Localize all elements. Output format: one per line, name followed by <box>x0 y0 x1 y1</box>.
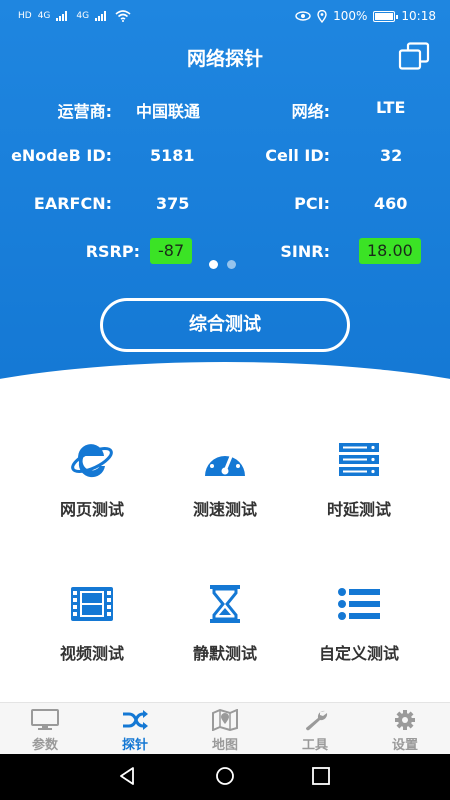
monitor-icon <box>31 709 59 730</box>
tab-params[interactable]: 参数 <box>0 703 90 755</box>
tab-probe-label: 探针 <box>121 738 148 753</box>
network-label: 网络: <box>291 102 330 121</box>
page-title: 网络探针 <box>186 48 263 70</box>
battery-icon <box>373 10 399 22</box>
copy-icon[interactable] <box>398 42 430 70</box>
status-bar: HD 4G 4G 100% 10:18 <box>0 0 450 32</box>
info-row-operator: 运营商: 中国联通 网络: LTE <box>0 94 450 124</box>
header-curve <box>0 362 450 400</box>
bottom-tab-bar: 参数 探针 地图 工具 设置 <box>0 702 450 754</box>
page-dot-1[interactable] <box>209 260 218 269</box>
speed-test-tile[interactable]: 测速测试 <box>150 440 300 530</box>
tab-settings[interactable]: 设置 <box>360 703 450 755</box>
tab-probe[interactable]: 探针 <box>90 703 180 755</box>
tab-tools[interactable]: 工具 <box>270 703 360 755</box>
sinr-label: SINR: <box>280 242 330 261</box>
comprehensive-test-button[interactable]: 综合测试 <box>100 298 350 352</box>
custom-test-tile[interactable]: 自定义测试 <box>284 584 434 674</box>
silent-test-tile[interactable]: 静默测试 <box>150 584 300 674</box>
tab-map[interactable]: 地图 <box>180 703 270 755</box>
ie-icon <box>71 444 113 478</box>
video-test-label: 视频测试 <box>59 644 124 663</box>
list-icon <box>338 588 380 620</box>
rsrp-label: RSRP: <box>85 242 140 261</box>
network-4g-indicator-2: 4G <box>76 11 90 21</box>
status-left: HD 4G 4G <box>18 10 131 22</box>
pci-value: 460 <box>374 194 408 213</box>
silent-test-label: 静默测试 <box>192 644 257 663</box>
custom-test-label: 自定义测试 <box>318 644 399 663</box>
home-icon[interactable] <box>215 766 235 786</box>
web-test-tile[interactable]: 网页测试 <box>17 440 167 530</box>
network-4g-indicator: 4G <box>37 11 51 21</box>
latency-test-tile[interactable]: 时延测试 <box>284 440 434 530</box>
speedometer-icon <box>205 449 245 476</box>
enodeb-value: 5181 <box>150 146 195 165</box>
location-icon <box>317 9 327 23</box>
speed-test-label: 测速测试 <box>192 500 257 519</box>
rsrp-badge: -87 <box>150 238 193 264</box>
info-row-enodeb: eNodeB ID: 5181 Cell ID: 32 <box>0 142 450 172</box>
earfcn-value: 375 <box>156 194 190 213</box>
info-row-earfcn: EARFCN: 375 PCI: 460 <box>0 190 450 220</box>
enodeb-label: eNodeB ID: <box>11 146 112 165</box>
back-icon[interactable] <box>118 766 138 786</box>
operator-value: 中国联通 <box>136 102 201 121</box>
cellid-value: 32 <box>380 146 403 165</box>
server-icon <box>339 443 379 476</box>
wifi-icon <box>115 10 131 22</box>
network-value: LTE <box>376 98 406 117</box>
earfcn-label: EARFCN: <box>33 194 112 213</box>
system-navigation-bar <box>0 754 450 800</box>
web-test-label: 网页测试 <box>59 500 124 519</box>
signal-icon <box>56 11 68 21</box>
cellid-label: Cell ID: <box>265 146 330 165</box>
shuffle-icon <box>123 710 148 730</box>
film-icon <box>71 587 113 621</box>
page-dot-2[interactable] <box>227 260 236 269</box>
hourglass-icon <box>210 585 240 623</box>
operator-label: 运营商: <box>57 102 112 121</box>
status-right: 100% 10:18 <box>295 9 436 23</box>
wrench-icon <box>305 710 328 731</box>
battery-percent: 100% <box>333 9 368 23</box>
map-icon <box>212 709 238 731</box>
eye-icon <box>295 11 311 21</box>
tab-tools-label: 工具 <box>301 738 328 753</box>
tab-map-label: 地图 <box>211 738 238 753</box>
latency-test-label: 时延测试 <box>326 500 391 519</box>
gear-icon <box>395 710 415 730</box>
sinr-badge: 18.00 <box>359 238 421 264</box>
pci-label: PCI: <box>294 194 330 213</box>
hd-indicator: HD <box>18 11 32 21</box>
page-indicator[interactable] <box>209 260 236 269</box>
recents-icon[interactable] <box>311 766 331 786</box>
clock: 10:18 <box>401 9 436 23</box>
title-bar: 网络探针 <box>0 36 450 76</box>
signal-icon-2 <box>95 11 107 21</box>
tab-settings-label: 设置 <box>391 738 418 753</box>
video-test-tile[interactable]: 视频测试 <box>17 584 167 674</box>
tab-params-label: 参数 <box>31 738 58 753</box>
